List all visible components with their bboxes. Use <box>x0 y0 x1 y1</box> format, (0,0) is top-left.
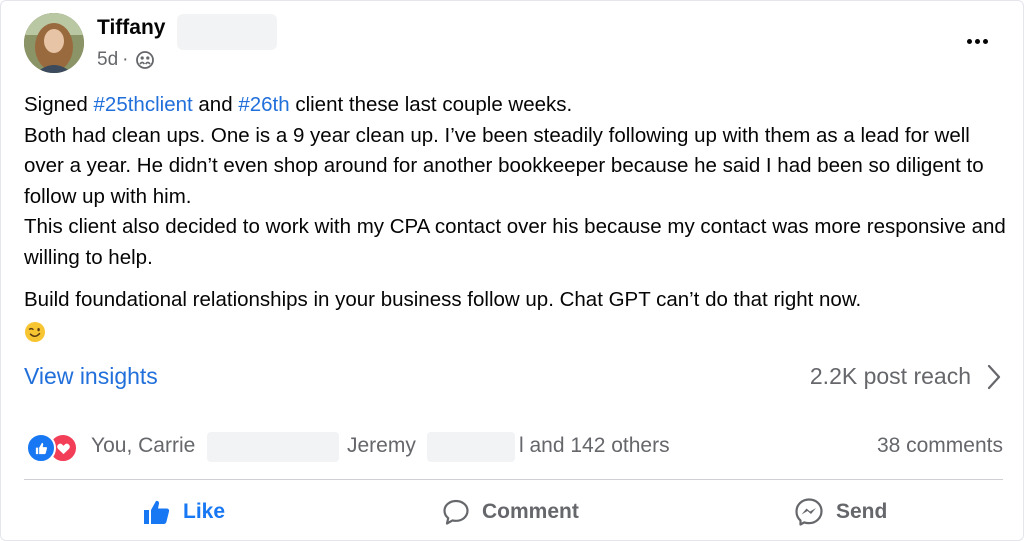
comment-button[interactable]: Comment <box>442 495 579 529</box>
post-text: Signed #25thclient and #26th client thes… <box>24 90 1009 346</box>
messenger-icon <box>795 498 823 526</box>
dot-icon <box>982 38 988 44</box>
redacted-name <box>207 432 339 462</box>
post-emoji-line <box>24 316 1009 347</box>
reaction-names[interactable]: You, Carrie <box>91 434 195 458</box>
post-card: Tiffany 5d · Signed #25thclient and #26t… <box>0 0 1024 541</box>
post-reach[interactable]: 2.2K post reach <box>810 363 1001 390</box>
more-options-button[interactable] <box>960 29 994 53</box>
redacted-name <box>427 432 515 462</box>
post-reach-label: 2.2K post reach <box>809 363 971 389</box>
post-line-1: Signed #25thclient and #26th client thes… <box>24 90 1009 121</box>
divider <box>24 479 1003 480</box>
comment-label: Comment <box>482 500 579 523</box>
author-name[interactable]: Tiffany <box>97 16 165 40</box>
hashtag-25thclient[interactable]: #25thclient <box>94 93 193 116</box>
avatar[interactable] <box>24 13 84 73</box>
text-segment: and <box>192 93 239 116</box>
text-segment: client these last couple weeks. <box>289 93 573 116</box>
comment-icon <box>443 499 469 525</box>
send-label: Send <box>836 500 888 523</box>
post-paragraph-2: This client also decided to work with my… <box>24 215 1006 269</box>
post-paragraph-1: Both had clean ups. One is a 9 year clea… <box>24 123 984 208</box>
hashtag-26th[interactable]: #26th <box>238 93 289 116</box>
dot-icon <box>966 38 972 44</box>
like-reaction-icon <box>26 433 56 463</box>
like-button[interactable]: Like <box>143 495 225 529</box>
meta-separator: · <box>122 49 129 70</box>
post-paragraph-3: Build foundational relationships in your… <box>24 288 862 311</box>
comments-count[interactable]: 38 comments <box>877 434 1003 458</box>
like-label: Like <box>183 500 226 523</box>
post-time[interactable]: 5d <box>97 49 118 71</box>
chevron-right-icon <box>987 364 1001 389</box>
reaction-name-2[interactable]: Jeremy <box>347 434 416 458</box>
dot-icon <box>974 38 980 44</box>
send-button[interactable]: Send <box>794 495 887 529</box>
view-insights-link[interactable]: View insights <box>24 363 158 390</box>
post-meta: 5d · <box>97 49 155 71</box>
reaction-others[interactable]: l and 142 others <box>519 434 670 458</box>
reaction-icons[interactable] <box>26 433 78 463</box>
winking-face-icon <box>25 322 45 343</box>
friends-icon[interactable] <box>136 51 155 69</box>
redacted-surname <box>177 14 277 50</box>
text-segment: Signed <box>24 93 94 116</box>
thumbs-up-icon <box>144 500 170 524</box>
